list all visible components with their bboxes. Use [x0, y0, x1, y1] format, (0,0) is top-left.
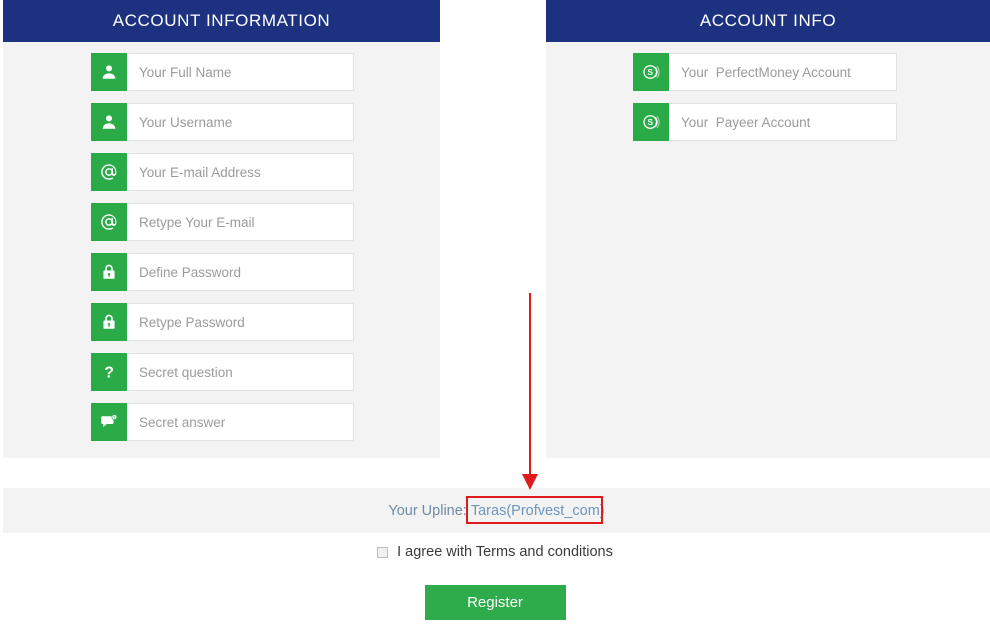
input-secret-question[interactable]: Secret question [127, 353, 354, 391]
input-your-perfectmoney-account[interactable]: Your PerfectMoney Account [669, 53, 897, 91]
user-icon [91, 103, 127, 141]
register-button-wrap: Register [0, 585, 990, 620]
field-row[interactable]: ? Secret question [91, 353, 354, 391]
input-your-full-name[interactable]: Your Full Name [127, 53, 354, 91]
account-information-panel: ACCOUNT INFORMATION Your Full Name Your U… [3, 0, 440, 458]
at-sign-icon [91, 153, 127, 191]
field-row[interactable]: Define Password [91, 253, 354, 291]
input-your-payeer-account[interactable]: Your Payeer Account [669, 103, 897, 141]
account-info-panel: ACCOUNT INFO S Your PerfectMoney Account S… [546, 0, 990, 458]
upline-bar: Your Upline: Taras(Profvest_com) [3, 488, 990, 533]
input-define-password[interactable]: Define Password [127, 253, 354, 291]
input-retype-password[interactable]: Retype Password [127, 303, 354, 341]
terms-row[interactable]: I agree with Terms and conditions [0, 544, 990, 560]
field-row[interactable]: Retype Your E-mail [91, 203, 354, 241]
lock-icon [91, 303, 127, 341]
svg-text:?: ? [104, 365, 114, 381]
annotation-arrow-head [522, 474, 538, 490]
field-row[interactable]: S Your PerfectMoney Account [633, 53, 897, 91]
question-mark-icon: ? [91, 353, 127, 391]
field-row[interactable]: S Your Payeer Account [633, 103, 897, 141]
account-information-fields: Your Full Name Your Username Your E-mail A… [3, 42, 440, 441]
field-row[interactable]: Your E-mail Address [91, 153, 354, 191]
speech-bubble-icon: ? [91, 403, 127, 441]
field-row[interactable]: ? Secret answer [91, 403, 354, 441]
terms-label[interactable]: I agree with Terms and conditions [397, 544, 613, 560]
svg-text:S: S [647, 118, 653, 127]
field-row[interactable]: Your Full Name [91, 53, 354, 91]
input-your-username[interactable]: Your Username [127, 103, 354, 141]
upline-label: Your Upline: [388, 502, 471, 519]
dollar-coin-icon: S [633, 53, 669, 91]
user-icon [91, 53, 127, 91]
terms-checkbox[interactable] [377, 546, 389, 558]
at-sign-icon [91, 203, 127, 241]
input-your-e-mail-address[interactable]: Your E-mail Address [127, 153, 354, 191]
input-retype-your-e-mail[interactable]: Retype Your E-mail [127, 203, 354, 241]
panel-title-right: ACCOUNT INFO [699, 11, 837, 30]
account-info-fields: S Your PerfectMoney Account S Your Payeer A… [546, 42, 990, 141]
panel-title-left: ACCOUNT INFORMATION [112, 11, 331, 30]
dollar-coin-icon: S [633, 103, 669, 141]
account-information-header: ACCOUNT INFORMATION [3, 0, 440, 42]
svg-text:S: S [647, 68, 653, 77]
upline-value: Taras(Profvest_com) [470, 502, 605, 519]
register-button[interactable]: Register [424, 585, 566, 620]
field-row[interactable]: Your Username [91, 103, 354, 141]
lock-icon [91, 253, 127, 291]
account-info-header: ACCOUNT INFO [546, 0, 990, 42]
field-row[interactable]: Retype Password [91, 303, 354, 341]
annotation-arrow-shaft [529, 293, 531, 478]
input-secret-answer[interactable]: Secret answer [127, 403, 354, 441]
